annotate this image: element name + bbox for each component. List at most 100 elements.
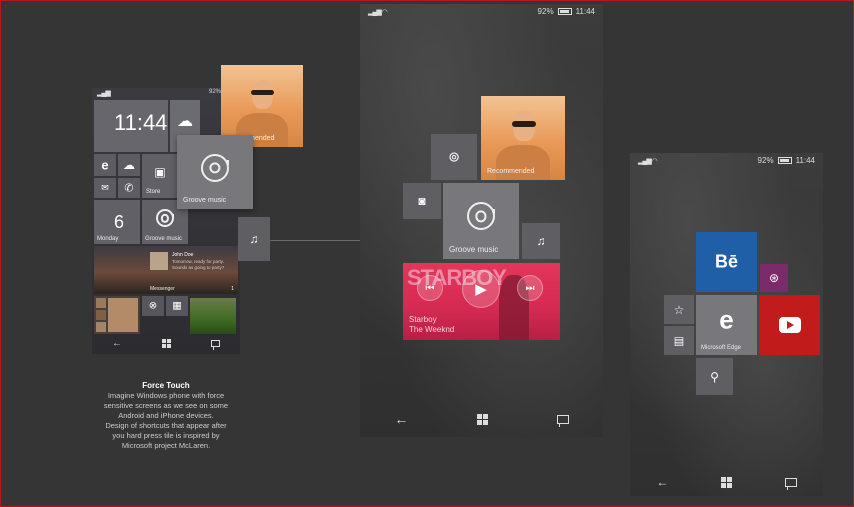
dribbble-tile[interactable]: ⊛	[760, 264, 788, 292]
podcast-shortcut[interactable]: ⊚	[431, 134, 477, 180]
status-time: 11:44	[795, 156, 815, 165]
groove-icon	[156, 209, 174, 228]
office-icon: ▦	[172, 300, 182, 312]
playlist-shortcut-left[interactable]: ♫	[238, 217, 270, 261]
track-artist: The Weeknd	[409, 325, 455, 334]
messenger-tile[interactable]: John Doe Tomorrow, ready for party. Soun…	[94, 246, 238, 294]
speaker-icon: ◙	[418, 194, 426, 208]
favorites-shortcut[interactable]: ☆	[664, 295, 694, 324]
play-button[interactable]: ▶	[462, 270, 500, 308]
store-icon: ▣	[154, 165, 166, 180]
cortana-search-icon[interactable]	[556, 414, 569, 427]
caption-line: Design of shortcuts that appear after	[105, 421, 227, 430]
caption-line: sensitive screens as we see on some	[103, 401, 229, 410]
recommended-label: Recommended	[487, 168, 535, 175]
battery-percent: 92%	[208, 89, 221, 95]
phone-right: ▂▄▆ ◠ 92% 11:44 Bē ⊛ ☆ e Microsoft Edge …	[630, 153, 823, 496]
cortana-search-icon[interactable]	[211, 339, 220, 350]
signal-icon: ▂▄▆ ◠	[638, 158, 658, 165]
back-icon[interactable]: ←	[394, 411, 408, 427]
battery-icon	[557, 8, 572, 15]
previous-button[interactable]: ⏮	[417, 275, 443, 301]
store-label: Store	[146, 189, 161, 195]
signal-icon: ▂▄▆ ◠	[368, 9, 388, 16]
dribbble-icon: ⊛	[768, 271, 780, 285]
cloud-icon: ☁	[123, 158, 135, 172]
battery-percent: 92%	[537, 7, 554, 16]
groove-small-label: Groove music	[145, 236, 183, 242]
people-photo-3	[96, 322, 106, 332]
track-title: Starboy	[409, 315, 437, 324]
playlist-shortcut[interactable]: ♫	[522, 223, 560, 259]
now-playing-tile[interactable]: STARBOY ⏮ ▶ ⏭ Starboy The Weeknd	[403, 263, 560, 340]
groove-label-left: Groove music	[183, 197, 227, 204]
windows-icon[interactable]	[162, 338, 171, 348]
messenger-photo	[150, 252, 168, 270]
photo-tile[interactable]	[190, 298, 236, 334]
calendar-tile[interactable]: 6 Monday	[94, 200, 140, 244]
youtube-icon	[778, 317, 801, 333]
reading-icon: ▤	[673, 335, 685, 347]
windows-icon[interactable]	[720, 476, 732, 488]
battery-percent: 92%	[757, 156, 774, 165]
star-icon: ☆	[673, 302, 685, 317]
messenger-label: Messenger	[150, 286, 175, 292]
cortana-search-icon[interactable]	[784, 477, 797, 490]
behance-tile[interactable]: Bē	[696, 232, 757, 292]
radio-shortcut[interactable]: ◙	[403, 183, 441, 219]
caption-line: Android and iPhone devices.	[118, 411, 214, 420]
youtube-tile[interactable]	[759, 295, 820, 355]
calendar-day-number: 6	[114, 212, 125, 232]
signal-icon: ▂▄▆	[97, 90, 111, 97]
people-tile[interactable]	[94, 296, 140, 334]
xbox-icon: ⊗	[148, 300, 158, 312]
groove-tile[interactable]: Groove music	[443, 183, 519, 259]
edge-tile[interactable]: e Microsoft Edge	[696, 295, 757, 355]
windows-icon[interactable]	[476, 413, 488, 425]
podcast-icon: ⊚	[448, 148, 460, 165]
messenger-count: 1	[231, 286, 234, 292]
calendar-day-label: Monday	[97, 236, 119, 242]
phone-small-tile[interactable]: ✆	[118, 178, 140, 198]
playlist-icon: ♫	[536, 234, 546, 248]
weather-icon: ☁	[177, 112, 193, 130]
next-button[interactable]: ⏭	[517, 275, 543, 301]
store-tile[interactable]: ▣ Store	[142, 154, 178, 198]
office-tile[interactable]: ▦	[166, 296, 188, 316]
reading-view-shortcut[interactable]: ▤	[664, 326, 694, 355]
groove-tile-left[interactable]: Groove music	[177, 135, 253, 209]
edge-small-tile[interactable]: e	[94, 154, 116, 176]
status-time: 11:44	[575, 7, 595, 16]
caption-title: Force Touch	[142, 381, 190, 390]
caption: Force Touch Imagine Windows phone with f…	[92, 381, 240, 451]
caption-line: you hard press tile is inspired by	[112, 431, 220, 440]
recommended-tile[interactable]: Recommended	[481, 96, 565, 180]
groove-label: Groove music	[449, 245, 499, 254]
behance-label: Bē	[714, 251, 739, 272]
clock-time: 11:44	[114, 110, 168, 135]
search-shortcut[interactable]: ⚲	[696, 358, 733, 395]
caption-line: Imagine Windows phone with force	[107, 391, 225, 400]
groove-icon-left	[201, 153, 229, 182]
clock-tile[interactable]: 11:44	[94, 100, 168, 152]
people-photo-2	[96, 310, 106, 320]
edge-icon: e	[719, 304, 734, 335]
phone-middle: ▂▄▆ ◠ 92% 11:44 Recommended ⊚ ◙ Groove m…	[360, 4, 603, 437]
messenger-text: Tomorrow, ready for party. Sounds as goi…	[172, 259, 225, 270]
onedrive-tile[interactable]: ☁	[118, 154, 140, 176]
playlist-icon: ♫	[249, 232, 259, 246]
messaging-small-tile[interactable]: ✉	[94, 178, 116, 198]
back-icon[interactable]: ←	[656, 475, 668, 489]
search-icon: ⚲	[710, 369, 719, 384]
phone-left: ▂▄▆ 92% 11:44 ☁ e ☁ ✉ ✆ ▣ Store 6 Monday…	[92, 88, 240, 354]
back-icon[interactable]: ←	[112, 338, 122, 349]
messenger-name: John Doe	[172, 252, 194, 258]
people-photo-main	[108, 298, 138, 332]
battery-icon	[777, 157, 792, 164]
caption-line: Microsoft project McLaren.	[121, 441, 211, 450]
phone-icon: ✆	[124, 182, 134, 195]
people-photo-1	[96, 298, 106, 308]
edge-label: Microsoft Edge	[701, 345, 742, 351]
xbox-tile[interactable]: ⊗	[142, 296, 164, 316]
edge-icon: e	[101, 157, 109, 173]
